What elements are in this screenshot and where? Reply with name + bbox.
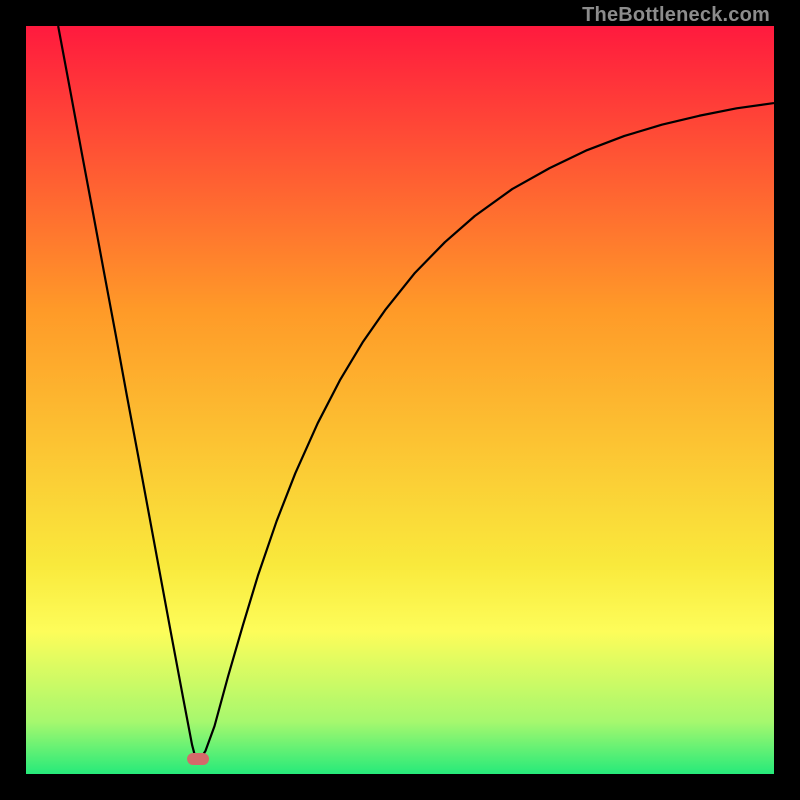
gradient-bg xyxy=(26,26,774,774)
chart-svg xyxy=(26,26,774,774)
plot-area xyxy=(26,26,774,774)
marker xyxy=(187,753,209,765)
watermark-text: TheBottleneck.com xyxy=(582,4,770,27)
